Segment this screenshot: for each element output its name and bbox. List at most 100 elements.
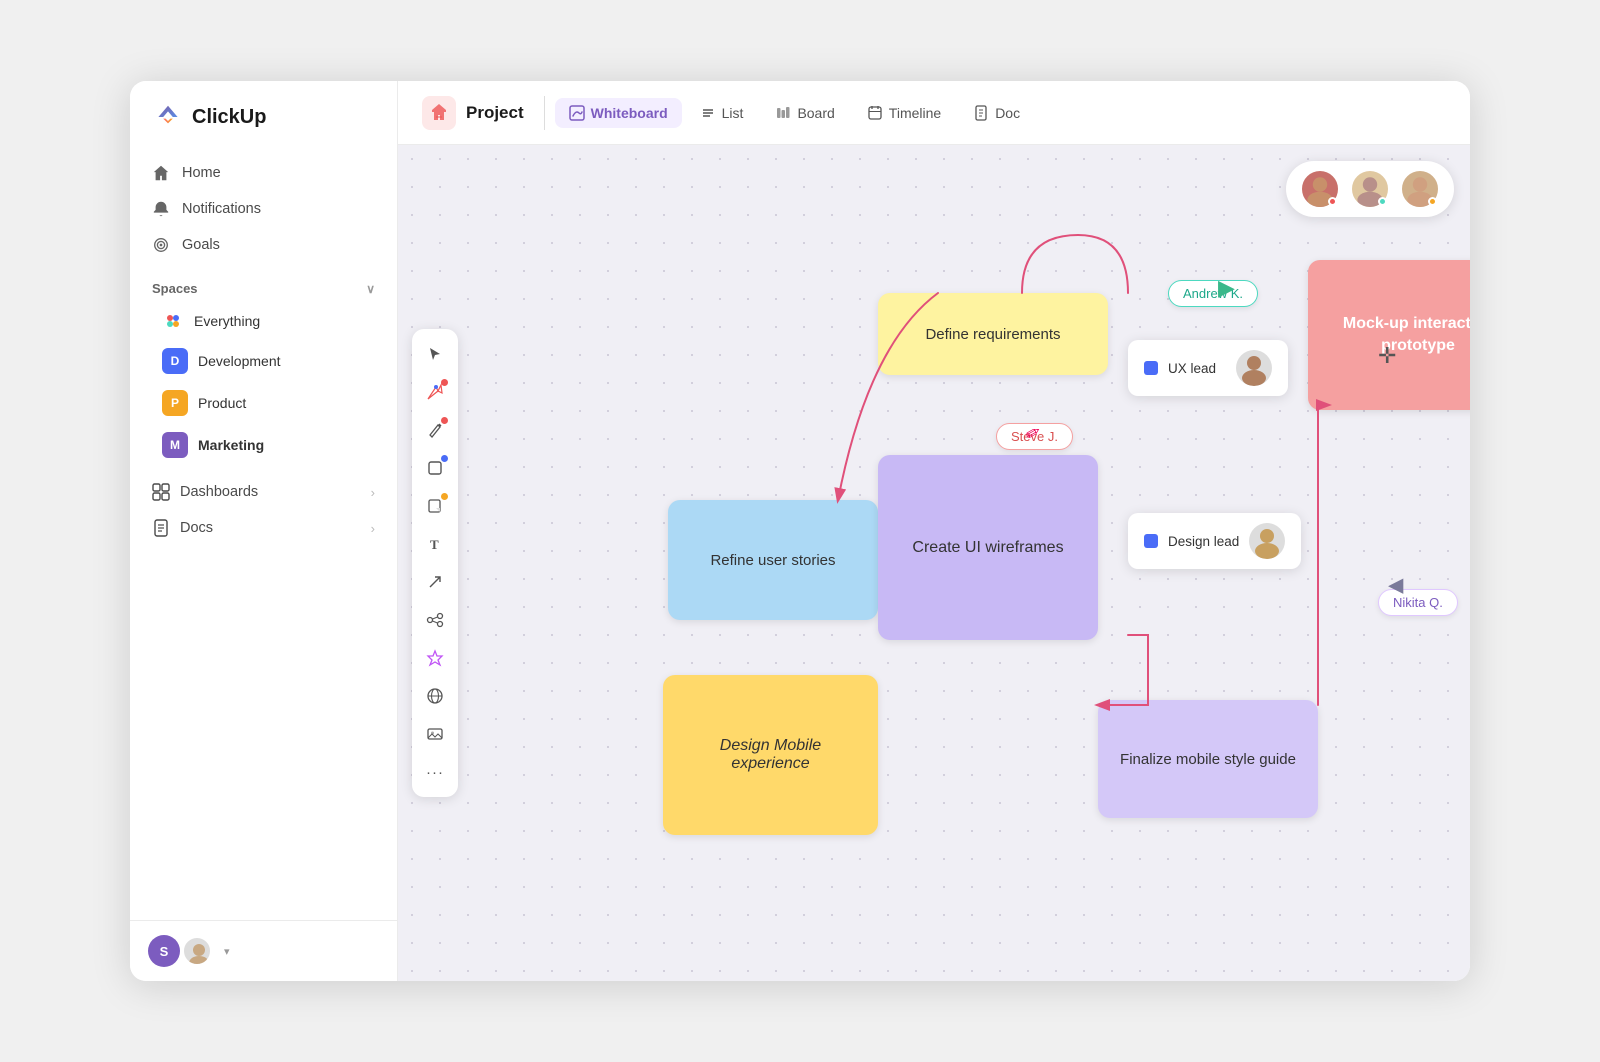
project-icon <box>422 96 456 130</box>
tag-andrew-text: Andrew K. <box>1183 286 1243 301</box>
tag-steve[interactable]: Steve J. <box>996 423 1073 450</box>
sidebar-nav: Home Notifications Goals <box>130 151 397 267</box>
more-tools[interactable]: ··· <box>418 755 452 789</box>
topbar-tabs: Whiteboard List Board <box>555 98 1034 128</box>
sidebar-item-dashboards[interactable]: Dashboards › <box>140 474 387 510</box>
board-tab-icon <box>775 105 791 121</box>
sidebar-item-marketing[interactable]: M Marketing <box>140 424 387 466</box>
tag-nikita[interactable]: Nikita Q. <box>1378 589 1458 616</box>
everything-icon <box>162 310 184 332</box>
image-tool[interactable] <box>418 717 452 751</box>
timeline-tab-icon <box>867 105 883 121</box>
logo[interactable]: ClickUp <box>130 81 397 151</box>
card-design-mobile[interactable]: Design Mobile experience <box>663 675 878 835</box>
sidebar-item-home[interactable]: Home <box>140 155 387 191</box>
spaces-label: Spaces <box>152 281 198 296</box>
tab-timeline[interactable]: Timeline <box>853 98 955 128</box>
collab-dot-3 <box>1428 197 1437 206</box>
role-card-design-lead[interactable]: Design lead <box>1128 513 1301 569</box>
pen-tool[interactable] <box>418 413 452 447</box>
card-define-req[interactable]: Define requirements <box>878 293 1108 375</box>
user-avatar-photo <box>182 936 212 966</box>
clickup-logo-icon <box>152 101 184 133</box>
sidebar-item-notifications[interactable]: Notifications <box>140 191 387 227</box>
user-avatar-s[interactable]: S <box>148 935 180 967</box>
sidebar-item-product[interactable]: P Product <box>140 382 387 424</box>
card-refine-user[interactable]: Refine user stories <box>668 500 878 620</box>
tab-list[interactable]: List <box>686 98 758 128</box>
sidebar-item-goals[interactable]: Goals <box>140 227 387 263</box>
doc-tab-icon <box>973 105 989 121</box>
tab-doc[interactable]: Doc <box>959 98 1034 128</box>
role-avatar-design <box>1249 523 1285 559</box>
whiteboard-canvas[interactable]: T <box>398 145 1470 981</box>
card-create-ui-text: Create UI wireframes <box>912 539 1063 557</box>
card-finalize-style[interactable]: Finalize mobile style guide <box>1098 700 1318 818</box>
role-avatar-ux <box>1236 350 1272 386</box>
whiteboard-toolbar: T <box>412 329 458 797</box>
docs-chevron: › <box>371 521 375 536</box>
dashboards-chevron: › <box>371 485 375 500</box>
spaces-chevron[interactable]: ∨ <box>366 282 375 296</box>
card-finalize-style-text: Finalize mobile style guide <box>1120 751 1296 768</box>
sticky-tool[interactable] <box>418 489 452 523</box>
doc-tab-label: Doc <box>995 105 1020 121</box>
whiteboard-tab-label: Whiteboard <box>591 105 668 121</box>
everything-label: Everything <box>194 313 260 329</box>
board-tab-label: Board <box>797 105 834 121</box>
development-dot: D <box>162 348 188 374</box>
globe-tool[interactable] <box>418 679 452 713</box>
development-label: Development <box>198 353 281 369</box>
spaces-header: Spaces ∨ <box>130 267 397 302</box>
ux-avatar-svg <box>1236 350 1272 386</box>
sidebar-item-everything[interactable]: Everything <box>140 302 387 340</box>
project-title: Project <box>466 103 524 123</box>
user-chevron[interactable]: ▾ <box>224 945 230 958</box>
sidebar-bottom: S ▾ <box>130 920 397 981</box>
ai-tool[interactable] <box>418 641 452 675</box>
project-box-icon <box>428 102 450 124</box>
arrow-tool[interactable] <box>418 565 452 599</box>
move-cursor: ✛ <box>1378 343 1396 369</box>
collab-1-wrap <box>1300 169 1340 209</box>
select-tool[interactable] <box>418 337 452 371</box>
tag-andrew[interactable]: Andrew K. <box>1168 280 1258 307</box>
magic-tool[interactable] <box>418 375 452 409</box>
role-sq-design <box>1144 534 1158 548</box>
app-container: ClickUp Home Notifications Goals Spaces … <box>130 81 1470 981</box>
design-avatar-svg <box>1249 523 1285 559</box>
card-mockup[interactable]: Mock-up interactive prototype <box>1308 260 1470 410</box>
card-design-mobile-text: Design Mobile experience <box>679 737 862 773</box>
logo-text: ClickUp <box>192 106 266 129</box>
sidebar-item-development[interactable]: D Development <box>140 340 387 382</box>
product-label: Product <box>198 395 246 411</box>
list-tab-label: List <box>722 105 744 121</box>
role-text-ux: UX lead <box>1168 361 1226 376</box>
card-mockup-text: Mock-up interactive prototype <box>1324 313 1470 358</box>
card-create-ui[interactable]: Create UI wireframes <box>878 455 1098 640</box>
collab-3-wrap <box>1400 169 1440 209</box>
whiteboard-tab-icon <box>569 105 585 121</box>
role-sq-ux <box>1144 361 1158 375</box>
dashboards-label: Dashboards <box>180 484 258 500</box>
sidebar-sections: Dashboards › Docs › <box>130 470 397 550</box>
text-tool[interactable]: T <box>418 527 452 561</box>
sidebar-item-docs[interactable]: Docs › <box>140 510 387 546</box>
goals-label: Goals <box>182 237 220 253</box>
tag-steve-text: Steve J. <box>1011 429 1058 444</box>
card-refine-user-text: Refine user stories <box>710 552 835 569</box>
home-label: Home <box>182 165 221 181</box>
topbar-project: Project <box>422 96 545 130</box>
goals-icon <box>152 236 170 254</box>
collab-dot-2 <box>1378 197 1387 206</box>
shape-tool[interactable] <box>418 451 452 485</box>
tab-whiteboard[interactable]: Whiteboard <box>555 98 682 128</box>
tab-board[interactable]: Board <box>761 98 848 128</box>
marketing-dot: M <box>162 432 188 458</box>
dashboards-icon <box>152 483 170 501</box>
docs-label: Docs <box>180 520 213 536</box>
marketing-label: Marketing <box>198 437 264 453</box>
connect-tool[interactable] <box>418 603 452 637</box>
role-card-ux-lead[interactable]: UX lead <box>1128 340 1288 396</box>
notification-icon <box>152 200 170 218</box>
